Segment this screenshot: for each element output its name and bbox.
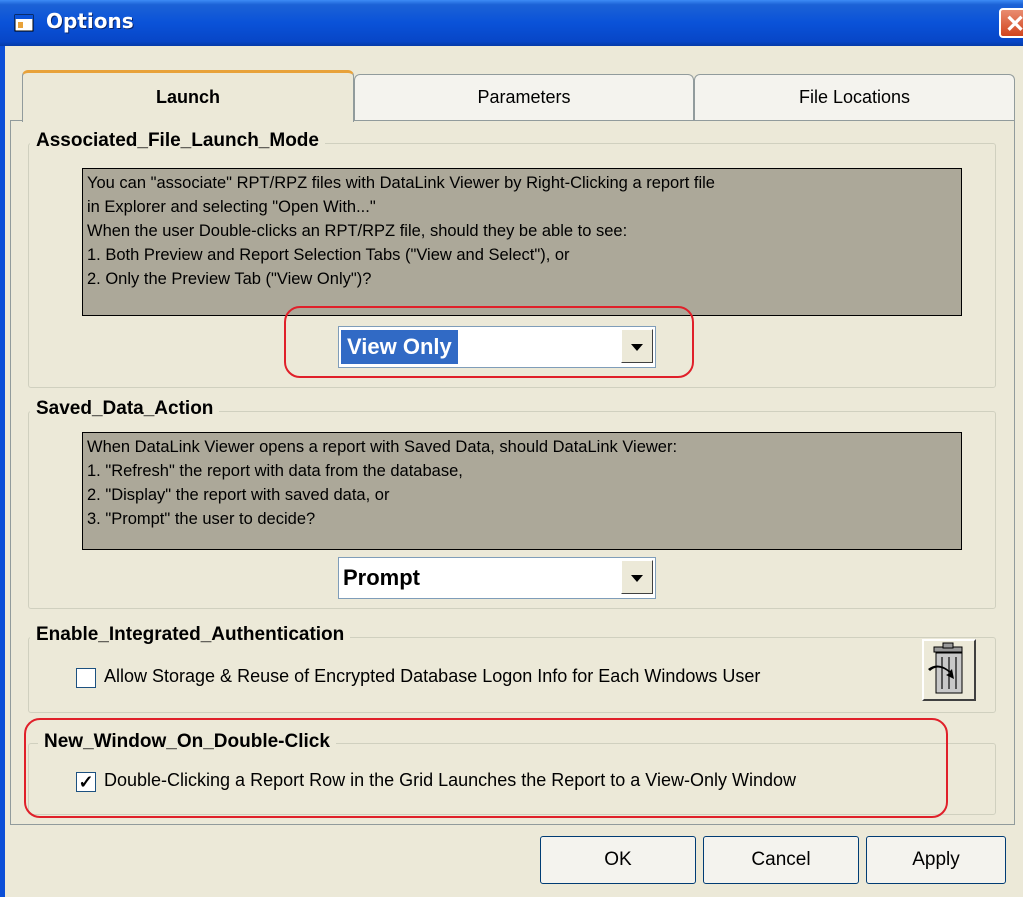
- saved-data-info-text: When DataLink Viewer opens a report with…: [82, 432, 962, 550]
- tab-file-locations-label: File Locations: [798, 87, 911, 107]
- associated-file-launch-mode-label: Associated_File_Launch_Mode: [30, 130, 325, 152]
- trash-icon: [928, 642, 963, 694]
- saved-data-action-dropdown[interactable]: Prompt: [338, 557, 656, 599]
- tab-launch-label: Launch: [155, 87, 220, 107]
- highlight-annotation: [284, 306, 694, 378]
- apply-button[interactable]: Apply: [866, 836, 1006, 884]
- saved-data-action-label: Saved_Data_Action: [30, 398, 220, 420]
- highlight-annotation: [24, 718, 948, 818]
- associated-info-line: 1. Both Preview and Report Selection Tab…: [87, 246, 570, 264]
- allow-storage-checkbox[interactable]: [76, 668, 96, 688]
- chevron-down-icon[interactable]: [621, 560, 653, 594]
- close-button[interactable]: ✕: [999, 8, 1023, 38]
- associated-info-line: When the user Double-clicks an RPT/RPZ f…: [87, 222, 628, 240]
- saved-data-info-line: When DataLink Viewer opens a report with…: [87, 438, 678, 456]
- saved-data-info-line: 2. "Display" the report with saved data,…: [87, 486, 390, 504]
- ok-button[interactable]: OK: [540, 836, 696, 884]
- associated-info-line: 2. Only the Preview Tab ("View Only")?: [87, 270, 372, 288]
- integrated-authentication-label: Enable_Integrated_Authentication: [30, 624, 351, 646]
- tab-parameters[interactable]: Parameters: [354, 74, 694, 120]
- title-bar: Options ✕: [0, 0, 1023, 46]
- window-title: Options: [46, 9, 134, 33]
- saved-data-info-line: 1. "Refresh" the report with data from t…: [87, 462, 463, 480]
- saved-data-selected-value: Prompt: [343, 565, 420, 590]
- associated-info-line: You can "associate" RPT/RPZ files with D…: [87, 174, 715, 192]
- window-icon: [14, 14, 34, 32]
- window-frame: [0, 46, 5, 897]
- tab-parameters-label: Parameters: [477, 87, 571, 107]
- tab-launch[interactable]: Launch: [22, 70, 354, 122]
- associated-info-text: You can "associate" RPT/RPZ files with D…: [82, 168, 962, 316]
- clear-logon-info-button[interactable]: [922, 639, 976, 701]
- allow-storage-checkbox-label[interactable]: Allow Storage & Reuse of Encrypted Datab…: [104, 666, 760, 687]
- associated-info-line: in Explorer and selecting "Open With...": [87, 198, 376, 216]
- saved-data-info-line: 3. "Prompt" the user to decide?: [87, 510, 316, 528]
- cancel-button[interactable]: Cancel: [703, 836, 859, 884]
- tab-file-locations[interactable]: File Locations: [694, 74, 1015, 120]
